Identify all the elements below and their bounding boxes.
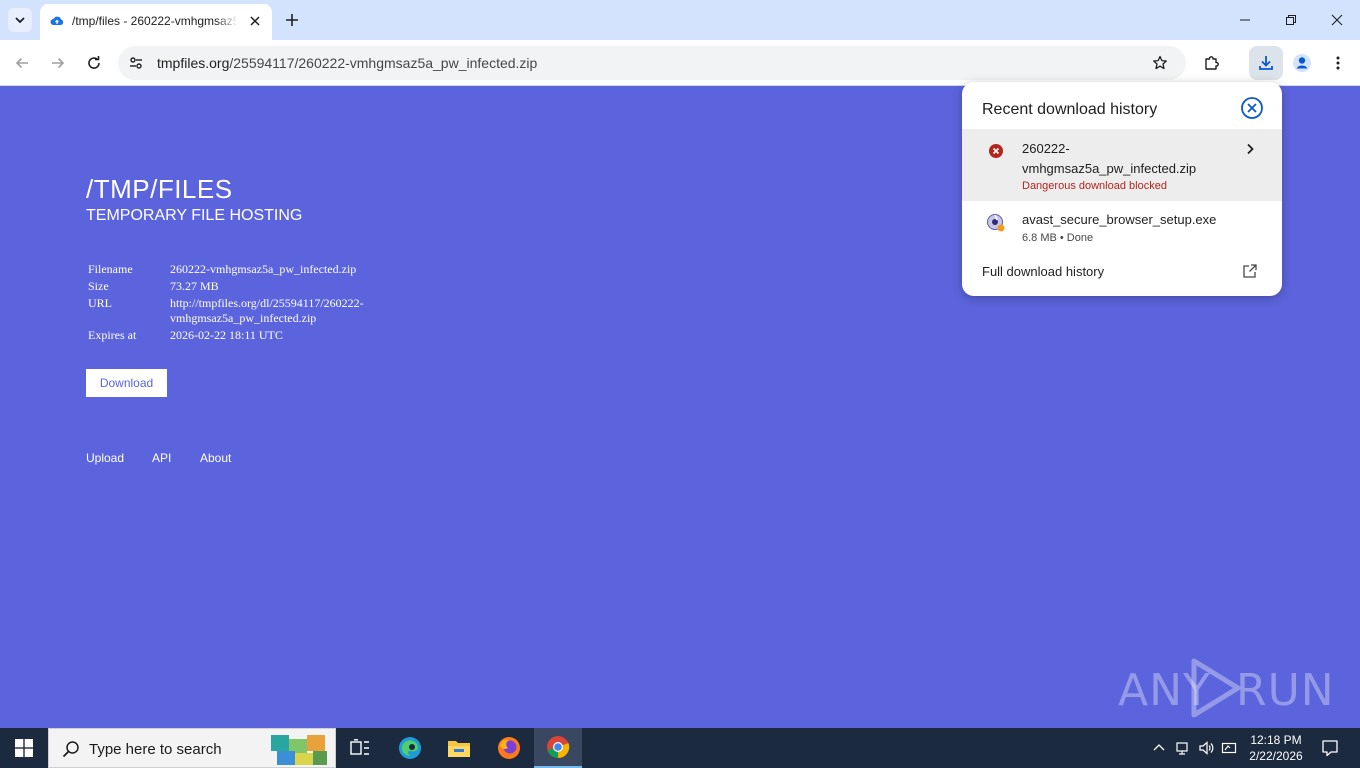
info-value: 260222-vmhgmsaz5a_pw_infected.zip	[170, 262, 357, 276]
search-placeholder: Type here to search	[89, 741, 222, 758]
url-path: /25594117/260222-vmhgmsaz5a_pw_infected.…	[229, 55, 538, 71]
info-label: Filename	[88, 262, 133, 276]
clock-date: 2/22/2026	[1249, 749, 1303, 763]
download-item-completed[interactable]: avast_secure_browser_setup.exe 6.8 MB • …	[962, 201, 1282, 253]
anyrun-watermark: ANY RUN	[1118, 655, 1334, 721]
about-link[interactable]: About	[200, 451, 231, 465]
cloud-upload-icon	[50, 16, 64, 25]
info-value: 2026-02-22 18:11 UTC	[170, 328, 283, 342]
bookmark-button[interactable]	[1150, 53, 1170, 73]
new-tab-button[interactable]	[282, 10, 302, 30]
info-label: URL	[88, 296, 112, 310]
speaker-icon	[1199, 741, 1214, 755]
installer-icon	[987, 214, 1005, 232]
restore-button[interactable]	[1268, 0, 1314, 40]
start-button[interactable]	[0, 728, 48, 768]
browser-toolbar: tmpfiles.org/25594117/260222-vmhgmsaz5a_…	[0, 40, 1360, 86]
show-hidden-icons-button[interactable]	[1150, 728, 1168, 768]
info-label: Expires at	[88, 328, 137, 342]
tune-icon	[130, 57, 142, 69]
tab-title: /tmp/files - 260222-vmhgmsaz5a	[72, 14, 236, 28]
star-icon	[1153, 55, 1167, 70]
api-link[interactable]: API	[152, 451, 171, 465]
info-value: http://tmpfiles.org/dl/25594117/260222-v…	[170, 296, 364, 325]
close-icon	[1331, 14, 1343, 26]
task-view-icon	[350, 739, 369, 755]
reload-button[interactable]	[80, 49, 108, 77]
page-title: /TMP/FILES	[86, 174, 233, 204]
notification-center-button[interactable]	[1314, 728, 1346, 768]
restore-icon	[1286, 15, 1296, 25]
chevron-up-icon	[1153, 744, 1165, 751]
minimize-button[interactable]	[1222, 0, 1268, 40]
site-info-button[interactable]	[126, 53, 146, 73]
arrow-left-icon	[15, 57, 28, 69]
bubble-header: Recent download history	[982, 101, 1158, 118]
active-tab[interactable]: /tmp/files - 260222-vmhgmsaz5a	[40, 4, 272, 40]
chevron-right-icon[interactable]	[1242, 141, 1258, 157]
address-bar[interactable]: tmpfiles.org/25594117/260222-vmhgmsaz5a_…	[118, 46, 1186, 80]
chevron-down-icon	[15, 17, 25, 24]
notification-icon	[1322, 740, 1338, 757]
info-label: Size	[88, 279, 109, 293]
page-subtitle: TEMPORARY FILE HOSTING	[86, 207, 303, 224]
close-window-button[interactable]	[1314, 0, 1360, 40]
arrow-right-icon	[52, 57, 65, 69]
forward-button[interactable]	[44, 49, 72, 77]
firefox-taskbar-button[interactable]	[485, 728, 533, 768]
upload-link[interactable]: Upload	[86, 451, 124, 465]
tab-strip: /tmp/files - 260222-vmhgmsaz5a	[0, 0, 1360, 40]
close-icon	[250, 16, 260, 26]
folder-icon	[448, 741, 470, 757]
edge-taskbar-button[interactable]	[386, 728, 434, 768]
url-text: tmpfiles.org/25594117/260222-vmhgmsaz5a_…	[157, 55, 537, 71]
plus-icon	[286, 14, 298, 26]
watermark-right: RUN	[1236, 665, 1335, 716]
avatar-icon	[1293, 54, 1311, 72]
download-status: 6.8 MB • Done	[1022, 232, 1094, 244]
download-history-bubble: Recent download history 260222- vmhgmsaz…	[962, 82, 1282, 296]
tab-search-button[interactable]	[8, 8, 32, 32]
info-value: 73.27 MB	[170, 279, 219, 293]
system-clock[interactable]: 12:18 PM 2/22/2026	[1238, 732, 1314, 764]
download-icon	[1259, 56, 1273, 70]
download-filename: avast_secure_browser_setup.exe	[1022, 212, 1217, 227]
profile-button[interactable]	[1288, 49, 1316, 77]
keyboard-tray-icon[interactable]	[1220, 728, 1238, 768]
minimize-icon	[1240, 19, 1250, 21]
edge-icon	[399, 737, 421, 759]
windows-taskbar: Type here to search 12:18 PM 2/22/2026	[0, 728, 1360, 768]
download-status: Dangerous download blocked	[1022, 180, 1167, 192]
extensions-button[interactable]	[1198, 49, 1226, 77]
url-host: tmpfiles.org	[157, 55, 230, 71]
menu-button[interactable]	[1324, 49, 1352, 77]
clock-time: 12:18 PM	[1250, 733, 1302, 747]
search-highlight-image	[267, 731, 329, 767]
tab-close-button[interactable]	[246, 12, 264, 30]
firefox-icon	[498, 737, 520, 759]
chrome-taskbar-button[interactable]	[534, 728, 582, 768]
download-button[interactable]: Download	[86, 369, 167, 397]
network-tray-icon[interactable]	[1172, 728, 1192, 768]
full-download-history-link[interactable]: Full download history	[982, 264, 1104, 279]
file-explorer-taskbar-button[interactable]	[435, 728, 483, 768]
network-icon	[1176, 742, 1188, 755]
back-button[interactable]	[8, 49, 36, 77]
volume-tray-icon[interactable]	[1196, 728, 1216, 768]
close-circle-icon[interactable]	[1240, 96, 1264, 120]
error-icon	[989, 144, 1003, 158]
download-filename: 260222- vmhgmsaz5a_pw_infected.zip	[1022, 141, 1197, 176]
chrome-icon	[547, 736, 570, 759]
downloads-button[interactable]	[1249, 46, 1283, 80]
download-item-blocked[interactable]: 260222- vmhgmsaz5a_pw_infected.zip Dange…	[962, 129, 1282, 201]
pen-monitor-icon	[1221, 742, 1237, 754]
puzzle-piece-icon	[1205, 56, 1219, 70]
task-view-button[interactable]	[336, 728, 384, 768]
search-icon	[62, 741, 79, 758]
windows-logo-icon	[15, 739, 33, 757]
reload-icon	[88, 56, 100, 69]
taskbar-search-box[interactable]: Type here to search	[48, 728, 336, 768]
more-vert-icon	[1336, 56, 1340, 70]
open-in-new-icon[interactable]	[1242, 263, 1258, 279]
